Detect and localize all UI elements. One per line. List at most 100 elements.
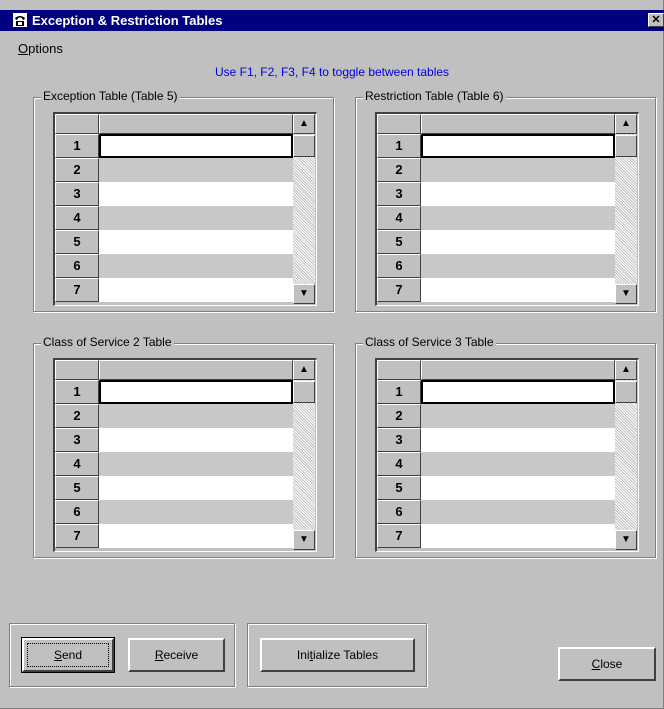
table-row[interactable]: 2 bbox=[55, 404, 293, 428]
scroll-down-icon[interactable]: ▼ bbox=[615, 284, 637, 304]
row-header[interactable]: 4 bbox=[377, 206, 421, 230]
row-header[interactable]: 3 bbox=[377, 428, 421, 452]
grid-corner-header[interactable] bbox=[55, 114, 99, 134]
class-of-service-2-table-grid[interactable]: 1 2 3 4 5 6 7 ▲ ▼ bbox=[53, 358, 317, 552]
active-cell[interactable] bbox=[421, 380, 615, 404]
table-row[interactable]: 7 bbox=[377, 278, 615, 302]
row-header[interactable]: 5 bbox=[377, 476, 421, 500]
table-row[interactable]: 5 bbox=[55, 230, 293, 254]
scroll-up-icon[interactable]: ▲ bbox=[615, 360, 637, 380]
table-cell[interactable] bbox=[421, 404, 615, 428]
table-row[interactable]: 5 bbox=[377, 230, 615, 254]
scroll-down-icon[interactable]: ▼ bbox=[293, 530, 315, 550]
grid-corner-header[interactable] bbox=[377, 114, 421, 134]
table-row[interactable]: 1 bbox=[377, 134, 615, 158]
row-header[interactable]: 1 bbox=[377, 380, 421, 404]
initialize-tables-button[interactable]: Initialize Tables bbox=[260, 638, 415, 672]
row-header[interactable]: 2 bbox=[55, 158, 99, 182]
vertical-scrollbar[interactable]: ▲ ▼ bbox=[293, 360, 315, 550]
active-cell[interactable] bbox=[99, 380, 293, 404]
row-header[interactable]: 3 bbox=[55, 428, 99, 452]
table-row[interactable]: 4 bbox=[377, 452, 615, 476]
close-icon[interactable]: ✕ bbox=[648, 13, 664, 27]
table-cell[interactable] bbox=[421, 254, 615, 278]
grid-column-header[interactable] bbox=[99, 114, 293, 134]
table-row[interactable]: 4 bbox=[377, 206, 615, 230]
table-cell[interactable] bbox=[421, 524, 615, 548]
table-row[interactable]: 4 bbox=[55, 206, 293, 230]
table-row[interactable]: 3 bbox=[377, 428, 615, 452]
table-cell[interactable] bbox=[421, 476, 615, 500]
scroll-up-icon[interactable]: ▲ bbox=[293, 114, 315, 134]
vertical-scrollbar[interactable]: ▲ ▼ bbox=[293, 114, 315, 304]
row-header[interactable]: 4 bbox=[55, 206, 99, 230]
grid-corner-header[interactable] bbox=[377, 360, 421, 380]
row-header[interactable]: 2 bbox=[377, 158, 421, 182]
close-button[interactable]: Close bbox=[558, 647, 656, 681]
table-row[interactable]: 1 bbox=[377, 380, 615, 404]
row-header[interactable]: 2 bbox=[55, 404, 99, 428]
table-row[interactable]: 5 bbox=[377, 476, 615, 500]
table-cell[interactable] bbox=[99, 404, 293, 428]
table-cell[interactable] bbox=[99, 476, 293, 500]
active-cell[interactable] bbox=[99, 134, 293, 158]
table-row[interactable]: 6 bbox=[377, 500, 615, 524]
table-row[interactable]: 3 bbox=[377, 182, 615, 206]
table-cell[interactable] bbox=[99, 524, 293, 548]
table-cell[interactable] bbox=[421, 428, 615, 452]
row-header[interactable]: 5 bbox=[377, 230, 421, 254]
grid-column-header[interactable] bbox=[421, 114, 615, 134]
table-row[interactable]: 6 bbox=[55, 500, 293, 524]
table-row[interactable]: 7 bbox=[377, 524, 615, 548]
scroll-thumb[interactable] bbox=[615, 381, 637, 403]
row-header[interactable]: 6 bbox=[55, 500, 99, 524]
title-bar[interactable]: Exception & Restriction Tables ✕ bbox=[0, 10, 664, 31]
row-header[interactable]: 6 bbox=[377, 254, 421, 278]
table-row[interactable]: 2 bbox=[377, 158, 615, 182]
restriction-table-grid[interactable]: 1 2 3 4 5 6 7 ▲ ▼ bbox=[375, 112, 639, 306]
grid-corner-header[interactable] bbox=[55, 360, 99, 380]
row-header[interactable]: 5 bbox=[55, 230, 99, 254]
row-header[interactable]: 5 bbox=[55, 476, 99, 500]
table-cell[interactable] bbox=[421, 182, 615, 206]
table-row[interactable]: 4 bbox=[55, 452, 293, 476]
table-row[interactable]: 3 bbox=[55, 428, 293, 452]
exception-table-grid[interactable]: 1 2 3 4 5 6 7 ▲ ▼ bbox=[53, 112, 317, 306]
table-cell[interactable] bbox=[421, 206, 615, 230]
row-header[interactable]: 1 bbox=[377, 134, 421, 158]
table-cell[interactable] bbox=[99, 206, 293, 230]
row-header[interactable]: 7 bbox=[55, 278, 99, 302]
scroll-thumb[interactable] bbox=[293, 381, 315, 403]
row-header[interactable]: 4 bbox=[55, 452, 99, 476]
table-row[interactable]: 7 bbox=[55, 524, 293, 548]
row-header[interactable]: 4 bbox=[377, 452, 421, 476]
active-cell[interactable] bbox=[421, 134, 615, 158]
row-header[interactable]: 3 bbox=[55, 182, 99, 206]
table-cell[interactable] bbox=[99, 158, 293, 182]
table-cell[interactable] bbox=[421, 500, 615, 524]
table-cell[interactable] bbox=[421, 452, 615, 476]
row-header[interactable]: 1 bbox=[55, 380, 99, 404]
table-cell[interactable] bbox=[99, 230, 293, 254]
table-cell[interactable] bbox=[421, 278, 615, 302]
scroll-down-icon[interactable]: ▼ bbox=[615, 530, 637, 550]
scroll-thumb[interactable] bbox=[293, 135, 315, 157]
table-row[interactable]: 2 bbox=[55, 158, 293, 182]
scroll-up-icon[interactable]: ▲ bbox=[615, 114, 637, 134]
table-row[interactable]: 7 bbox=[55, 278, 293, 302]
scroll-down-icon[interactable]: ▼ bbox=[293, 284, 315, 304]
row-header[interactable]: 7 bbox=[377, 278, 421, 302]
table-row[interactable]: 5 bbox=[55, 476, 293, 500]
receive-button[interactable]: Receive bbox=[128, 638, 225, 672]
table-row[interactable]: 6 bbox=[55, 254, 293, 278]
table-cell[interactable] bbox=[421, 158, 615, 182]
row-header[interactable]: 2 bbox=[377, 404, 421, 428]
row-header[interactable]: 3 bbox=[377, 182, 421, 206]
table-cell[interactable] bbox=[99, 278, 293, 302]
table-cell[interactable] bbox=[421, 230, 615, 254]
table-row[interactable]: 6 bbox=[377, 254, 615, 278]
row-header[interactable]: 7 bbox=[377, 524, 421, 548]
row-header[interactable]: 6 bbox=[55, 254, 99, 278]
vertical-scrollbar[interactable]: ▲ ▼ bbox=[615, 114, 637, 304]
grid-column-header[interactable] bbox=[421, 360, 615, 380]
